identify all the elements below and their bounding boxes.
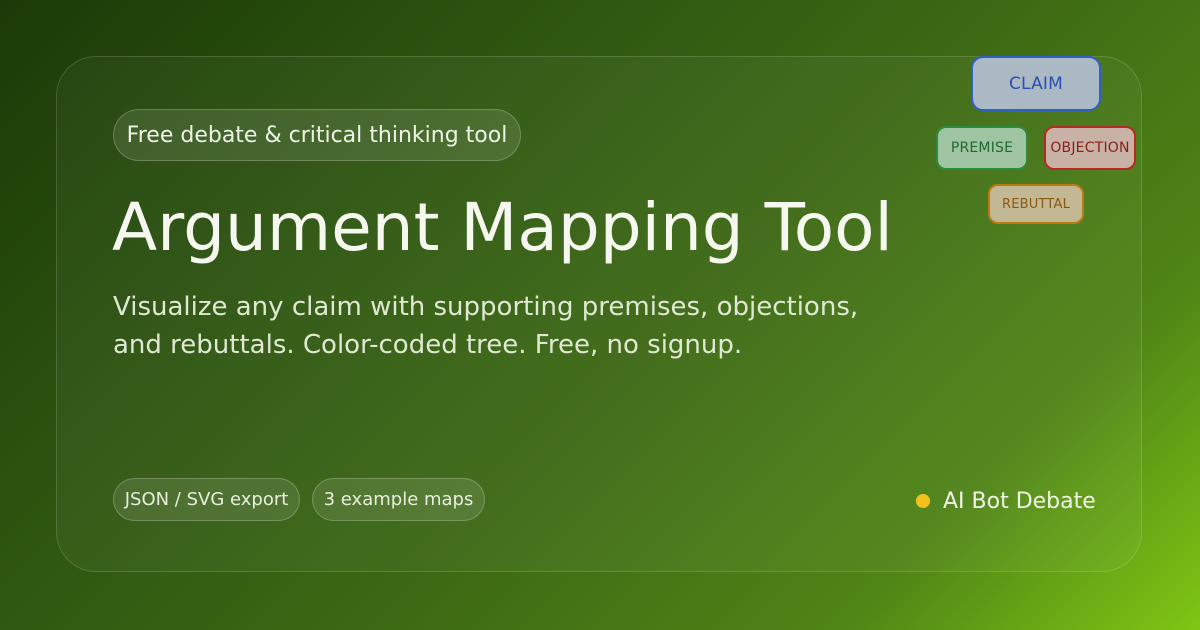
subtitle-line-2: and rebuttals. Color-coded tree. Free, n… bbox=[113, 330, 743, 360]
tagline-badge: Free debate & critical thinking tool bbox=[113, 109, 521, 161]
premise-label: PREMISE bbox=[950, 140, 1014, 156]
tagline-badge-label: Free debate & critical thinking tool bbox=[126, 122, 508, 148]
brand-dot-icon bbox=[916, 494, 930, 508]
diagram-node-premise: PREMISE bbox=[936, 126, 1028, 170]
diagram-node-rebuttal: REBUTTAL bbox=[988, 184, 1084, 224]
objection-label: OBJECTION bbox=[1050, 140, 1130, 156]
feature-tag-export-label: JSON / SVG export bbox=[124, 489, 289, 510]
brand-mark: AI Bot Debate bbox=[916, 484, 1096, 518]
brand-name: AI Bot Debate bbox=[943, 488, 1096, 514]
rebuttal-label: REBUTTAL bbox=[1001, 196, 1071, 212]
diagram-node-claim: CLAIM bbox=[971, 56, 1101, 111]
feature-tag-export: JSON / SVG export bbox=[113, 478, 300, 521]
subtitle-line-1: Visualize any claim with supporting prem… bbox=[113, 292, 859, 322]
page-title: Argument Mapping Tool bbox=[112, 189, 893, 266]
claim-label: CLAIM bbox=[1008, 73, 1064, 94]
diagram-node-objection: OBJECTION bbox=[1044, 126, 1136, 170]
feature-tag-examples-label: 3 example maps bbox=[323, 489, 474, 510]
page-subtitle: Visualize any claim with supporting prem… bbox=[113, 288, 913, 364]
feature-tag-examples: 3 example maps bbox=[312, 478, 485, 521]
